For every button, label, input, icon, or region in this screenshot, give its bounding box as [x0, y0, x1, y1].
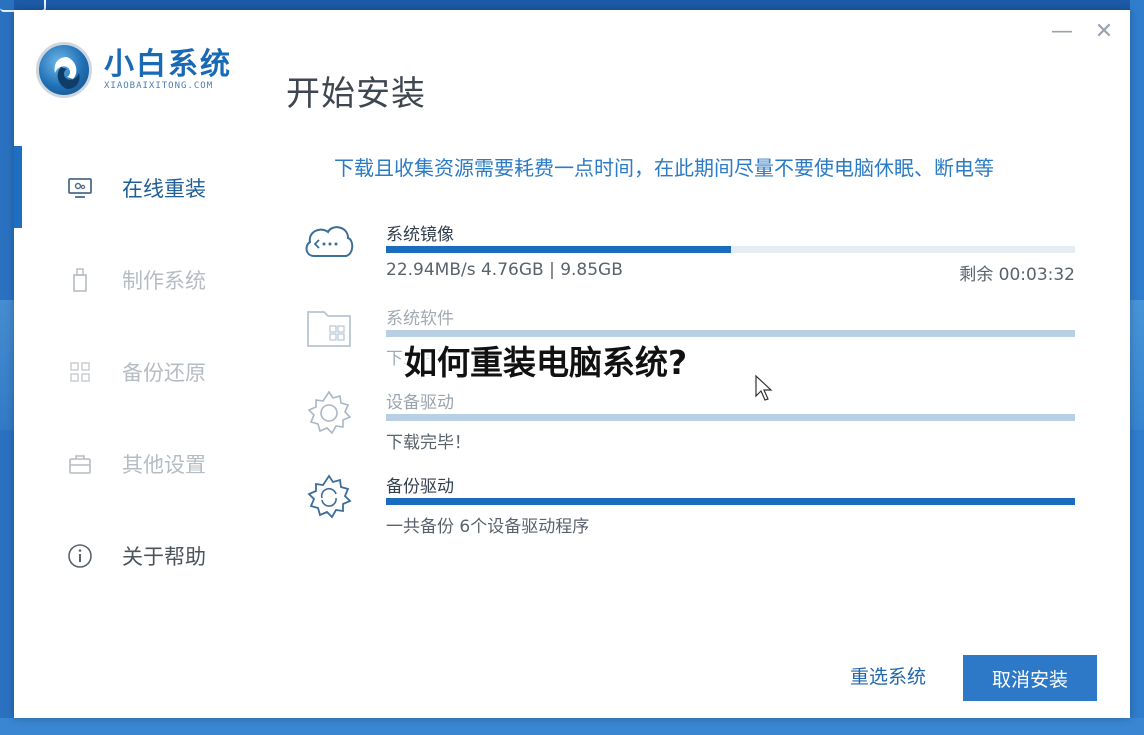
- close-icon[interactable]: ✕: [1092, 20, 1116, 44]
- progress-bar: [386, 498, 1075, 505]
- progress-fill: [386, 498, 1075, 505]
- reselect-system-button[interactable]: 重选系统: [850, 662, 926, 689]
- sidebar-item-online-reinstall[interactable]: 在线重装: [66, 168, 206, 208]
- sidebar-item-label: 关于帮助: [122, 545, 206, 569]
- task-name: 设备驱动: [386, 393, 454, 413]
- desktop-bottom-band: [0, 718, 1144, 735]
- sidebar-item-about-help[interactable]: 关于帮助: [66, 536, 206, 576]
- progress-bar: [386, 414, 1075, 421]
- sidebar-item-backup-restore[interactable]: 备份还原: [66, 352, 206, 392]
- sidebar-item-other-settings[interactable]: 其他设置: [66, 444, 206, 484]
- task-remaining-time: 剩余 00:03:32: [959, 265, 1075, 285]
- gear-icon: [302, 388, 356, 438]
- app-logo: 小白系统 XIAOBAIXITONG.COM: [36, 42, 232, 98]
- monitor-icon: [66, 174, 94, 202]
- sidebar-item-make-system[interactable]: 制作系统: [66, 260, 206, 300]
- usb-icon: [66, 266, 94, 294]
- task-name: 备份驱动: [386, 477, 454, 497]
- window-controls: — ✕: [1050, 20, 1116, 44]
- sidebar-item-label: 制作系统: [122, 269, 206, 293]
- sidebar-item-label: 其他设置: [122, 453, 206, 477]
- page-title: 开始安装: [286, 74, 426, 114]
- gear-icon: [302, 472, 356, 522]
- logo-mark-icon: [36, 42, 92, 98]
- task-speed-info: 22.94MB/s 4.76GB | 9.85GB: [386, 260, 623, 280]
- sidebar-item-label: 在线重装: [122, 177, 206, 201]
- download-notice: 下载且收集资源需要耗费一点时间，在此期间尽量不要使电脑休眠、断电等: [334, 156, 994, 180]
- overlay-caption: 如何重装电脑系统?: [404, 343, 688, 382]
- progress-bar: [386, 246, 1075, 253]
- task-status: 一共备份 6个设备驱动程序: [386, 517, 590, 537]
- logo-subtitle: XIAOBAIXITONG.COM: [104, 81, 214, 91]
- toolbox-icon: [66, 450, 94, 478]
- task-name: 系统镜像: [386, 225, 454, 245]
- minimize-icon[interactable]: —: [1050, 20, 1074, 44]
- sidebar-item-label: 备份还原: [122, 361, 206, 385]
- cloud-icon: [302, 220, 356, 270]
- mouse-cursor-icon: [754, 374, 774, 406]
- info-icon: [66, 542, 94, 570]
- sidebar-active-indicator: [14, 146, 22, 228]
- task-status: 下载完毕！: [386, 433, 471, 453]
- logo-name: 小白系统: [104, 47, 232, 82]
- grid-icon: [66, 358, 94, 386]
- progress-fill: [386, 246, 731, 253]
- folder-icon: [302, 304, 356, 354]
- cancel-install-button[interactable]: 取消安装: [963, 655, 1097, 701]
- task-name: 系统软件: [386, 309, 454, 329]
